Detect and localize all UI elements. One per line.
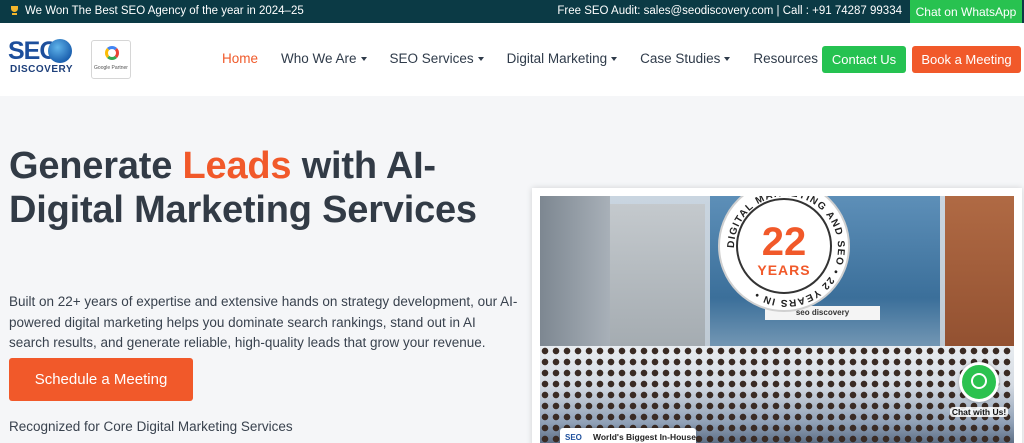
main-nav: Home Who We Are SEO Services Digital Mar… (222, 51, 851, 66)
globe-icon (48, 39, 72, 63)
schedule-meeting-button[interactable]: Schedule a Meeting (9, 358, 193, 401)
badge-center: 22 YEARS (736, 198, 832, 294)
team-tag: SEO World's Biggest In-House Digital Mar… (560, 428, 696, 443)
floating-whatsapp-chat[interactable]: Chat with Us! (950, 362, 1008, 422)
nav-home[interactable]: Home (222, 51, 258, 66)
recognized-text: Recognized for Core Digital Marketing Se… (9, 419, 293, 434)
nav-who-we-are-label: Who We Are (281, 51, 357, 66)
contact-us-button[interactable]: Contact Us (822, 46, 906, 73)
nav-digital-marketing[interactable]: Digital Marketing (507, 51, 618, 66)
logo-text-discovery: DISCOVERY (10, 64, 74, 75)
whatsapp-chat-button[interactable]: Chat on WhatsApp (910, 0, 1022, 23)
hero-title-part1: Generate (9, 145, 183, 187)
badge-years-label: YEARS (757, 262, 811, 278)
mini-logo: SEO (565, 433, 582, 442)
nav-seo-services-label: SEO Services (389, 51, 474, 66)
hero-description: Built on 22+ years of expertise and exte… (9, 294, 518, 350)
caret-down-icon (724, 56, 731, 61)
nav-resources-label: Resources (753, 51, 818, 66)
hero-title: Generate Leads with AI-Digital Marketing… (9, 144, 479, 232)
phone-icon (971, 373, 987, 389)
team-photo: seo discovery DIGITAL MARKETING AND SEO … (532, 188, 1022, 443)
caret-down-icon (360, 56, 367, 61)
site-header: SEO DISCOVERY Google Partner Home Who We… (0, 23, 1024, 96)
caret-down-icon (611, 56, 618, 61)
google-icon (105, 46, 119, 60)
team-tag-text: World's Biggest In-House Digital Marketi… (593, 432, 696, 443)
google-partner-label: Google Partner (94, 65, 128, 71)
nav-who-we-are[interactable]: Who We Are (281, 51, 367, 66)
chat-with-us-label: Chat with Us! (950, 407, 1008, 417)
nav-case-studies-label: Case Studies (640, 51, 721, 66)
caret-down-icon (477, 56, 484, 61)
nav-home-label: Home (222, 51, 259, 66)
hero-title-accent: Leads (182, 145, 292, 187)
announcement-text: We Won The Best SEO Agency of the year i… (25, 5, 304, 17)
google-partner-badge: Google Partner (91, 40, 131, 79)
badge-number: 22 (761, 220, 807, 264)
team-photo-image: seo discovery DIGITAL MARKETING AND SEO … (540, 196, 1014, 443)
award-announcement: We Won The Best SEO Agency of the year i… (10, 5, 304, 17)
nav-case-studies[interactable]: Case Studies (640, 51, 731, 66)
nav-digital-marketing-label: Digital Marketing (506, 51, 608, 66)
nav-seo-services[interactable]: SEO Services (390, 51, 484, 66)
site-logo[interactable]: SEO DISCOVERY (8, 37, 78, 85)
top-announcement-bar: We Won The Best SEO Agency of the year i… (0, 0, 1024, 23)
book-meeting-button[interactable]: Book a Meeting (912, 46, 1021, 73)
building-brick (945, 196, 1014, 371)
years-badge: DIGITAL MARKETING AND SEO • 22 YEARS IN … (718, 196, 850, 312)
trophy-icon (10, 6, 19, 16)
nav-resources[interactable]: Resources (753, 51, 828, 66)
whatsapp-icon[interactable] (959, 362, 999, 402)
contact-info[interactable]: Free SEO Audit: sales@seodiscovery.com |… (557, 5, 902, 17)
